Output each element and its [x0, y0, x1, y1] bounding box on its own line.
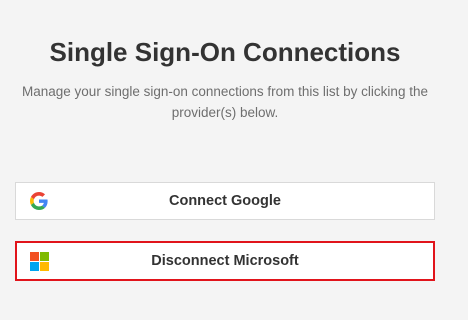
page-description: Manage your single sign-on connections f…	[22, 84, 428, 120]
google-icon	[29, 191, 49, 211]
page-title: Single Sign-On Connections	[49, 37, 401, 67]
microsoft-icon	[29, 251, 49, 271]
connect-google-label: Connect Google	[169, 193, 281, 209]
disconnect-microsoft-label: Disconnect Microsoft	[151, 253, 299, 269]
disconnect-microsoft-button[interactable]: Disconnect Microsoft	[15, 241, 435, 281]
connect-google-button[interactable]: Connect Google	[15, 182, 435, 220]
